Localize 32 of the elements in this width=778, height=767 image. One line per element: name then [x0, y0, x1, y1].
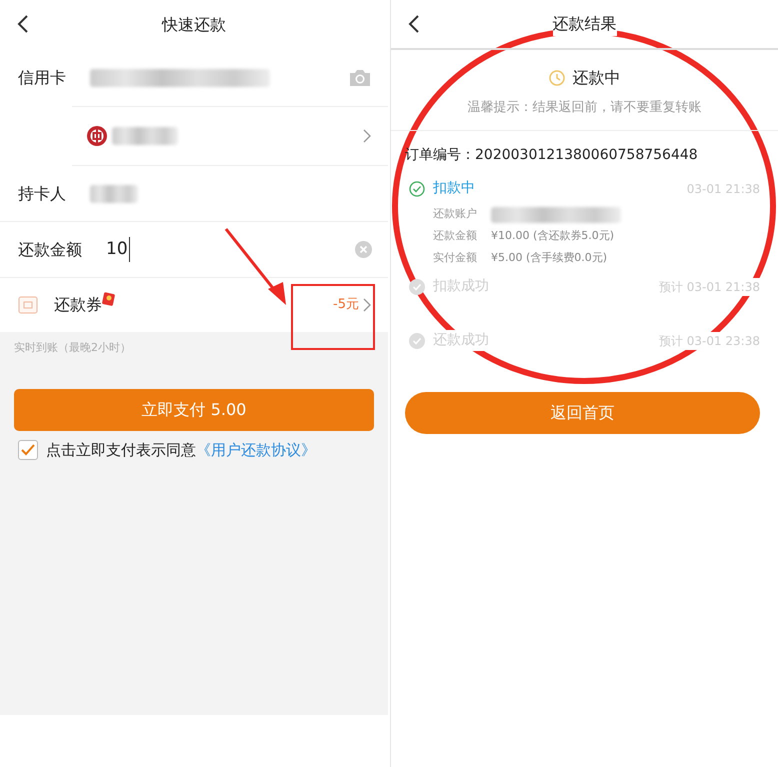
status-text: 还款中: [572, 67, 620, 89]
detail-label: 实付金额: [433, 250, 478, 266]
coupon-value[interactable]: -5元: [333, 295, 359, 315]
bank-logo-icon: [86, 125, 108, 147]
hint-text: 实时到账（最晚2小时）: [14, 340, 132, 356]
agreement-link[interactable]: 《用户还款协议》: [196, 440, 316, 458]
detail-value: ¥10.00 (含还款券5.0元): [491, 228, 614, 244]
detail-label: 还款账户: [433, 206, 478, 222]
agreement-text: 点击立即支付表示同意《用户还款协议》: [46, 440, 316, 460]
amount-input[interactable]: 10: [106, 236, 130, 262]
screen-title: 快速还款: [162, 14, 226, 36]
camera-icon[interactable]: [348, 69, 372, 87]
envelope-icon: [102, 290, 115, 306]
tip-text: 温馨提示：结果返回前，请不要重复转账: [466, 99, 702, 117]
chevron-icon: [363, 129, 372, 143]
back-icon[interactable]: [16, 14, 30, 34]
detail-value: ¥5.00 (含手续费0.0元): [491, 250, 608, 266]
coupon-icon: [18, 296, 38, 314]
back-icon[interactable]: [407, 14, 421, 34]
home-button[interactable]: 返回首页: [405, 392, 760, 434]
coupon-label: 还款券: [54, 294, 102, 316]
clock-icon: [548, 70, 564, 86]
field-label: 还款金额: [18, 238, 83, 260]
clear-icon[interactable]: [355, 241, 372, 258]
field-label: 信用卡: [18, 67, 67, 89]
chevron-icon: [363, 298, 372, 312]
pay-button[interactable]: 立即支付 5.00: [14, 388, 374, 430]
agreement-checkbox[interactable]: [18, 440, 38, 460]
redacted-bank-name: [112, 127, 178, 145]
detail-label: 还款金额: [433, 228, 478, 244]
redacted-holder-name: [90, 184, 138, 202]
field-label: 持卡人: [18, 182, 67, 204]
